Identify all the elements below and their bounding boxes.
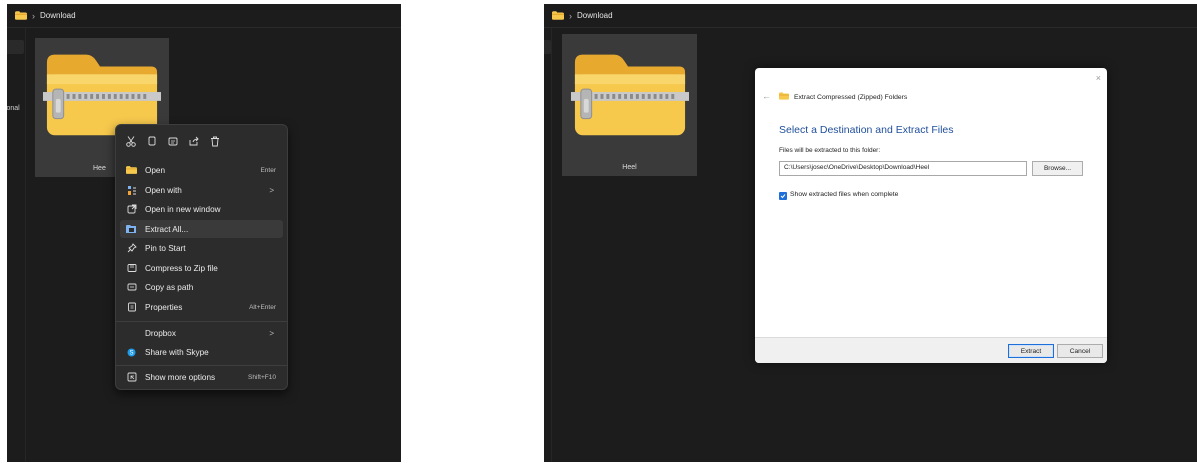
skype-icon: S: [126, 347, 137, 358]
zip-file-item[interactable]: Heel: [562, 34, 697, 176]
menu-item-show-more-options[interactable]: Show more options Shift+F10: [120, 368, 283, 386]
extract-button[interactable]: Extract: [1008, 344, 1054, 358]
open-with-icon: [126, 185, 137, 196]
menu-label: Copy as path: [145, 282, 194, 292]
navigation-pane: [544, 28, 552, 462]
menu-shortcut: Enter: [260, 166, 276, 174]
zip-folder-icon: [779, 92, 789, 102]
menu-item-pin-to-start[interactable]: Pin to Start: [120, 239, 283, 257]
destination-path-input[interactable]: C:\Users\josec\OneDrive\Desktop\Download…: [779, 161, 1027, 176]
breadcrumb-download[interactable]: Download: [40, 11, 76, 20]
menu-divider: [116, 321, 287, 322]
rename-icon[interactable]: [168, 136, 178, 147]
menu-item-share-with-skype[interactable]: S Share with Skype: [120, 343, 283, 361]
menu-item-compress-to-zip[interactable]: Compress to Zip file: [120, 259, 283, 277]
dialog-window-title: Extract Compressed (Zipped) Folders: [794, 93, 908, 101]
cancel-button[interactable]: Cancel: [1057, 344, 1103, 358]
menu-label: Open with: [145, 185, 182, 195]
back-arrow-icon[interactable]: ←: [762, 91, 771, 101]
dialog-heading: Select a Destination and Extract Files: [779, 124, 954, 136]
menu-item-copy-as-path[interactable]: Copy as path: [120, 278, 283, 296]
nav-selected-item[interactable]: [544, 40, 551, 54]
menu-label: Pin to Start: [145, 243, 186, 253]
zip-folder-icon: [571, 44, 689, 144]
copy-icon[interactable]: [147, 136, 157, 147]
dialog-footer: Extract Cancel: [755, 337, 1107, 363]
chevron-right-icon: >: [269, 328, 274, 338]
menu-item-open[interactable]: Open Enter: [120, 161, 283, 179]
folder-icon: [552, 11, 564, 20]
file-name: Heel: [622, 164, 637, 171]
menu-label: Open in new window: [145, 204, 221, 214]
svg-text:S: S: [129, 350, 133, 356]
new-window-icon: [126, 204, 137, 215]
menu-item-properties[interactable]: Properties Alt+Enter: [120, 298, 283, 316]
explorer-window-right: › Download Heel × ← Extract Compressed (…: [544, 4, 1197, 462]
close-icon[interactable]: ×: [1096, 73, 1101, 83]
explorer-window-left: › Download sonal Hee: [7, 4, 401, 462]
dialog-title-bar: Extract Compressed (Zipped) Folders: [779, 92, 907, 102]
nav-selected-item[interactable]: [7, 40, 24, 54]
chevron-right-icon: >: [269, 185, 274, 195]
menu-divider: [116, 365, 287, 366]
breadcrumb: › Download: [544, 4, 1197, 28]
breadcrumb: › Download: [7, 4, 401, 28]
copy-path-icon: [126, 282, 137, 293]
menu-item-open-with[interactable]: Open with >: [120, 181, 283, 199]
menu-item-extract-all[interactable]: Extract All...: [120, 220, 283, 238]
more-options-icon: [126, 372, 137, 383]
menu-shortcut: Alt+Enter: [249, 303, 276, 311]
cut-icon[interactable]: [126, 135, 136, 147]
pin-icon: [126, 243, 137, 254]
menu-label: Extract All...: [145, 224, 189, 234]
menu-label: Dropbox: [145, 328, 176, 338]
folder-icon: [126, 165, 137, 176]
extract-icon: [126, 224, 137, 235]
chevron-right-icon: ›: [32, 10, 35, 21]
zip-icon: [126, 263, 137, 274]
destination-label: Files will be extracted to this folder:: [779, 147, 881, 154]
show-files-checkbox[interactable]: [779, 192, 787, 200]
context-menu: Open Enter Open with > Open in new windo…: [115, 124, 288, 390]
menu-label: Properties: [145, 302, 183, 312]
nav-item-label[interactable]: sonal: [7, 105, 20, 112]
menu-label: Open: [145, 165, 166, 175]
breadcrumb-download[interactable]: Download: [577, 11, 613, 20]
extract-dialog: × ← Extract Compressed (Zipped) Folders …: [755, 68, 1107, 363]
folder-icon: [15, 11, 27, 20]
properties-icon: [126, 302, 137, 313]
navigation-pane: sonal: [7, 28, 26, 462]
menu-label: Share with Skype: [145, 347, 209, 357]
show-files-label[interactable]: Show extracted files when complete: [790, 191, 898, 198]
context-quick-actions: [116, 133, 287, 149]
menu-label: Show more options: [145, 372, 216, 382]
menu-label: Compress to Zip file: [145, 263, 218, 273]
delete-icon[interactable]: [210, 136, 220, 147]
share-icon[interactable]: [189, 136, 199, 147]
menu-shortcut: Shift+F10: [247, 373, 276, 381]
menu-item-dropbox[interactable]: Dropbox >: [120, 324, 283, 342]
menu-item-open-in-new-window[interactable]: Open in new window: [120, 200, 283, 218]
browse-button[interactable]: Browse...: [1032, 161, 1083, 176]
chevron-right-icon: ›: [569, 10, 572, 21]
checkmark-icon: [780, 194, 786, 199]
